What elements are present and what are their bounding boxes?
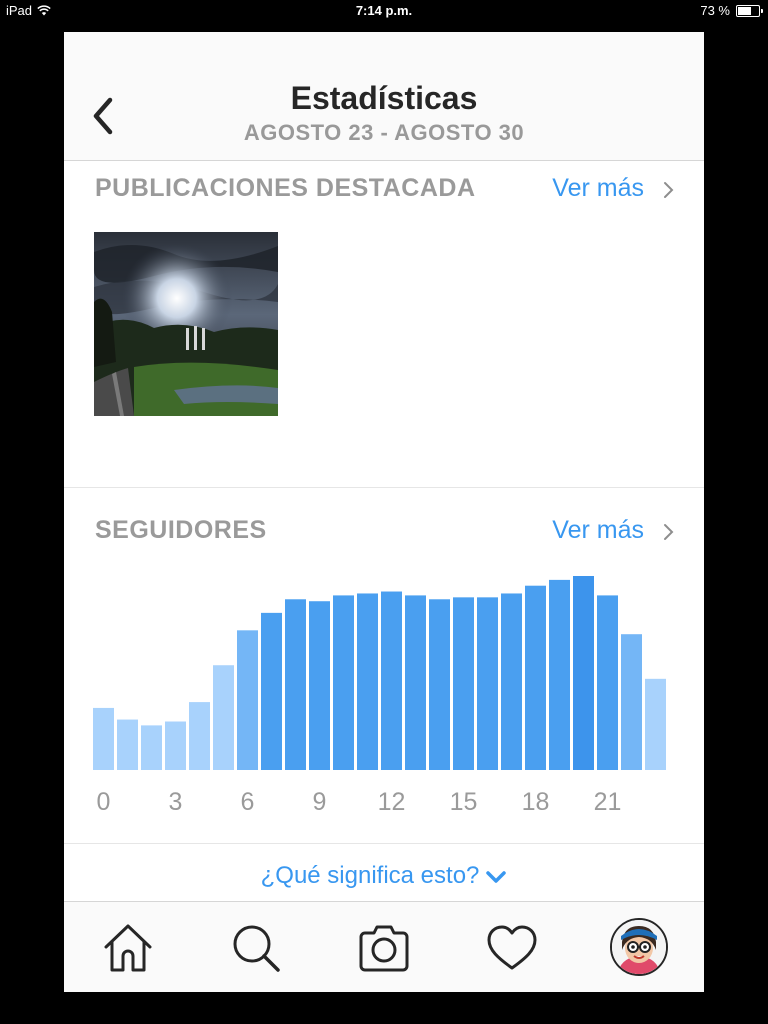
chart-bar-hour-5 (213, 665, 234, 770)
section-divider (64, 843, 704, 844)
top-post-thumbnail[interactable] (94, 232, 278, 416)
x-tick-label: 3 (169, 788, 183, 816)
chart-bar-hour-12 (381, 591, 402, 770)
chart-bar-hour-0 (93, 707, 114, 770)
x-tick-label: 18 (522, 788, 550, 816)
top-posts-see-more-button[interactable]: Ver más (552, 174, 644, 203)
chart-bar-hour-14 (429, 599, 450, 770)
x-tick-label: 15 (450, 788, 478, 816)
page-title: Estadísticas (290, 80, 478, 116)
chart-bar-hour-6 (237, 630, 258, 770)
chart-bar-hour-11 (357, 593, 378, 770)
landscape-photo (94, 232, 278, 416)
x-tick-label: 12 (378, 788, 406, 816)
tab-profile[interactable] (610, 918, 668, 976)
battery-icon (736, 4, 763, 17)
chart-bar-hour-10 (333, 595, 354, 770)
chart-bar-hour-23 (645, 678, 666, 770)
insights-screen: Estadísticas AGOSTO 23 - AGOSTO 30 PUBLI… (64, 32, 704, 992)
battery-tip (761, 8, 763, 13)
tab-activity[interactable] (484, 920, 540, 976)
help-label: ¿Qué significa esto? (260, 862, 480, 889)
x-tick-label: 21 (594, 788, 622, 816)
camera-icon (359, 925, 409, 972)
followers-header: SEGUIDORES Ver más (95, 516, 704, 556)
status-bar: iPad 7:14 p.m. 73 % (0, 0, 768, 22)
top-posts-header: PUBLICACIONES DESTACADA Ver más (95, 174, 704, 214)
x-tick-label: 9 (313, 788, 327, 816)
what-does-this-mean-button[interactable]: ¿Qué significa esto? (64, 862, 704, 890)
chart-bar-hour-15 (453, 597, 474, 770)
chart-bar-hour-19 (549, 579, 570, 770)
status-right: 73 % (700, 3, 763, 18)
chart-bar-hour-2 (141, 725, 162, 770)
home-icon (104, 924, 152, 972)
bottom-tab-bar (64, 901, 704, 992)
chart-bar-hour-21 (597, 595, 618, 770)
chart-bar-hour-7 (261, 612, 282, 770)
status-time: 7:14 p.m. (355, 3, 413, 18)
battery-percent: 73 % (700, 3, 730, 18)
chart-bar-hour-16 (477, 597, 498, 770)
chart-bar-hour-20 (573, 576, 594, 770)
followers-see-more-button[interactable]: Ver más (552, 516, 644, 545)
chart-bar-hour-8 (285, 599, 306, 770)
search-icon (233, 925, 280, 972)
navigation-header: Estadísticas AGOSTO 23 - AGOSTO 30 (64, 32, 704, 161)
chart-bar-hour-4 (189, 702, 210, 770)
chevron-right-icon[interactable] (662, 180, 676, 200)
date-range: AGOSTO 23 - AGOSTO 30 (243, 120, 525, 145)
chevron-down-icon (486, 870, 507, 883)
section-divider (64, 487, 704, 488)
tab-home[interactable] (100, 920, 156, 976)
followers-hourly-chart: 0 3 6 9 12 15 18 21 (93, 576, 666, 816)
chart-bar-hour-18 (525, 585, 546, 770)
x-tick-label: 0 (97, 788, 111, 816)
tab-search[interactable] (228, 920, 284, 976)
x-tick-label: 6 (241, 788, 255, 816)
chart-bar-hour-1 (117, 719, 138, 770)
followers-title: SEGUIDORES (95, 516, 267, 544)
chart-bar-hour-17 (501, 593, 522, 770)
chart-bar-hour-22 (621, 634, 642, 770)
chart-bar-hour-13 (405, 595, 426, 770)
chevron-right-icon[interactable] (662, 522, 676, 542)
battery-level (738, 6, 751, 15)
chart-bar-hour-3 (165, 721, 186, 770)
chart-bar-hour-9 (309, 601, 330, 770)
avatar (612, 920, 666, 974)
tab-camera[interactable] (356, 920, 412, 976)
heart-icon (487, 925, 537, 970)
top-posts-title: PUBLICACIONES DESTACADA (95, 174, 476, 202)
